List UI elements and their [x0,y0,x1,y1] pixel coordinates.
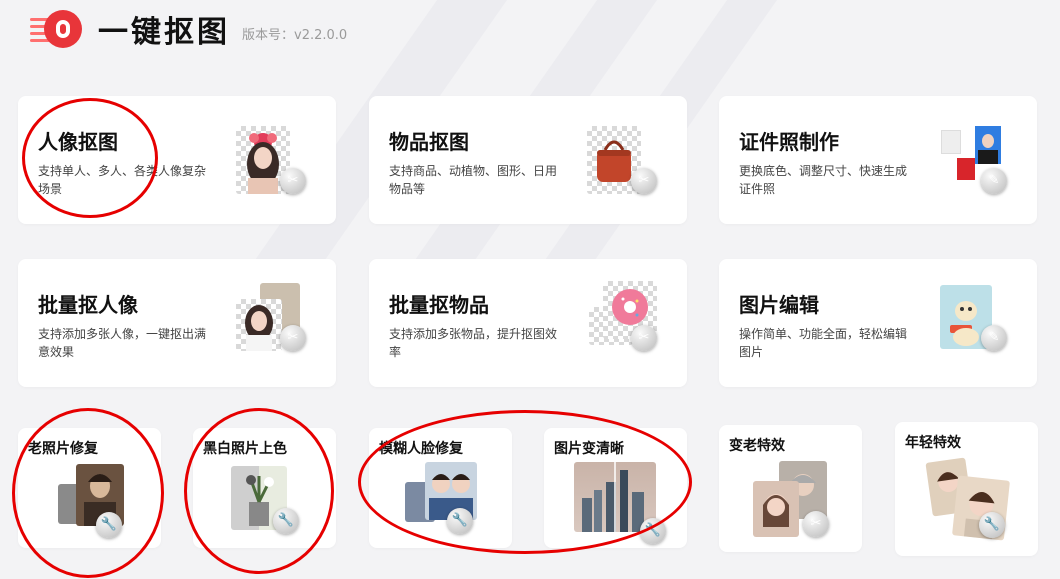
wrench-icon: 🔧 [96,512,122,538]
card-batch-object[interactable]: 批量抠物品 支持添加多张物品，提升抠图效率 ✂ [369,259,687,387]
wrench-icon: 🔧 [447,508,473,534]
app-logo-icon [30,10,82,48]
card-old-photo-repair[interactable]: 老照片修复 🔧 [18,428,161,548]
card-description: 更换底色、调整尺寸、快速生成证件照 [739,164,908,196]
card-description: 支持添加多张物品，提升抠图效率 [389,327,558,359]
card-face-repair[interactable]: 模糊人脸修复 🔧 [369,428,512,548]
pencil-icon: ✎ [981,325,1007,351]
card-title: 批量抠物品 [389,293,489,317]
card-image-edit[interactable]: 图片编辑 操作简单、功能全面，轻松编辑图片 ✎ [719,259,1037,387]
card-description: 支持添加多张人像，一键抠出满意效果 [38,327,207,359]
scissors-icon: ✂ [280,325,306,351]
card-description: 支持商品、动植物、图形、日用物品等 [389,164,558,196]
app-header: 一键抠图 版本号：v2.2.0.0 [30,9,348,50]
card-colorize-bw[interactable]: 黑白照片上色 🔧 [193,428,336,548]
card-title: 变老特效 [729,438,785,454]
wrench-icon: 🔧 [979,512,1005,538]
card-title: 人像抠图 [38,130,118,154]
card-youth-effect[interactable]: 年轻特效 🔧 [895,422,1038,556]
card-id-photo[interactable]: 证件照制作 更换底色、调整尺寸、快速生成证件照 ✎ [719,96,1037,224]
card-title: 批量抠人像 [38,293,138,317]
card-batch-portrait[interactable]: 批量抠人像 支持添加多张人像，一键抠出满意效果 ✂ [18,259,336,387]
card-title: 年轻特效 [905,435,961,451]
card-title: 模糊人脸修复 [379,441,463,457]
scissors-icon: ✂ [803,511,829,537]
scissors-icon: ✂ [631,325,657,351]
scissors-icon: ✂ [280,168,306,194]
wrench-icon: 🔧 [273,508,299,534]
card-object-cutout[interactable]: 物品抠图 支持商品、动植物、图形、日用物品等 ✂ [369,96,687,224]
wrench-icon: 🔧 [640,518,666,544]
card-title: 图片编辑 [739,293,819,317]
card-portrait-cutout[interactable]: 人像抠图 支持单人、多人、各类人像复杂场景 ✂ [18,96,336,224]
card-title: 证件照制作 [739,130,839,154]
card-title: 老照片修复 [28,441,98,457]
card-title: 图片变清晰 [554,441,624,457]
card-title: 黑白照片上色 [203,441,287,457]
app-title: 一键抠图 [98,15,230,50]
aging-thumbnail [753,481,799,537]
card-description: 操作简单、功能全面，轻松编辑图片 [739,327,908,359]
batch-portrait-thumbnail [236,299,282,351]
card-title: 物品抠图 [389,130,469,154]
version-label: 版本号：v2.2.0.0 [242,27,348,43]
card-description: 支持单人、多人、各类人像复杂场景 [38,164,207,196]
pencil-icon: ✎ [981,168,1007,194]
card-aging-effect[interactable]: 变老特效 ✂ [719,425,862,552]
card-image-sharpen[interactable]: 图片变清晰 🔧 [544,428,687,548]
scissors-icon: ✂ [631,168,657,194]
